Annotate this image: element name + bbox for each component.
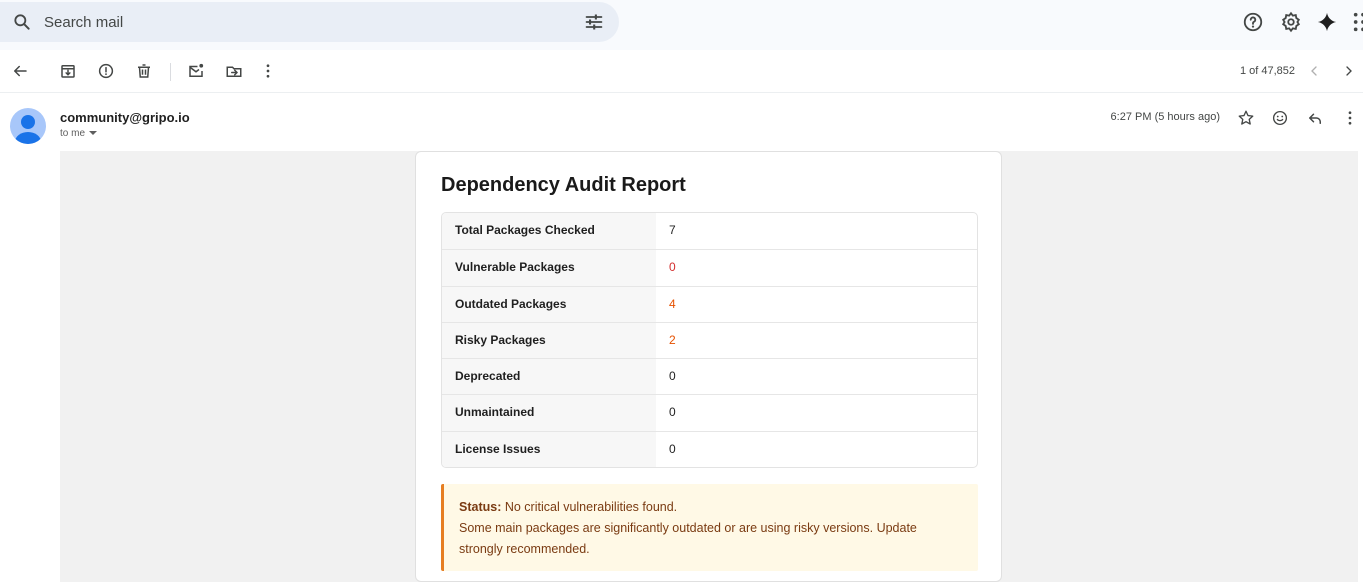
table-row: Risky Packages 2 — [442, 321, 977, 359]
dropdown-caret-icon — [89, 131, 98, 135]
row-label: Vulnerable Packages — [442, 250, 656, 286]
row-label: Outdated Packages — [442, 286, 656, 322]
recipients-toggle[interactable]: to me — [60, 128, 98, 139]
more-vert-icon[interactable] — [1341, 109, 1359, 127]
status-summary: No critical vulnerabilities found. — [501, 500, 678, 514]
help-icon[interactable] — [1242, 11, 1264, 33]
table-row: Vulnerable Packages 0 — [442, 249, 977, 286]
table-row: License Issues 0 — [442, 430, 977, 468]
message-timestamp: 6:27 PM (5 hours ago) — [1110, 111, 1220, 123]
search-options-icon[interactable] — [584, 12, 604, 32]
row-value: 0 — [669, 441, 676, 456]
row-value: 0 — [669, 260, 676, 275]
status-detail: Some main packages are significantly out… — [459, 521, 917, 556]
row-label: License Issues — [442, 431, 656, 468]
row-value: 4 — [669, 296, 676, 311]
message-count: 1 of 47,852 — [1239, 65, 1295, 77]
delete-icon[interactable] — [135, 62, 153, 80]
search-icon[interactable] — [12, 12, 32, 32]
avatar[interactable] — [10, 108, 46, 144]
recipients-label: to me — [60, 128, 86, 139]
report-title: Dependency Audit Report — [441, 174, 686, 196]
row-label: Unmaintained — [442, 395, 656, 431]
search-bar[interactable] — [0, 2, 619, 42]
table-row: Unmaintained 0 — [442, 394, 977, 431]
row-value: 0 — [669, 369, 676, 384]
apps-grid-icon[interactable] — [1352, 11, 1363, 33]
emoji-icon[interactable] — [1271, 109, 1289, 127]
stats-table: Total Packages Checked 7 Vulnerable Packa… — [441, 212, 978, 469]
table-row: Total Packages Checked 7 — [442, 213, 977, 250]
archive-icon[interactable] — [59, 62, 77, 80]
gemini-sparkle-icon[interactable] — [1316, 11, 1338, 33]
reply-icon[interactable] — [1306, 109, 1324, 127]
row-value: 7 — [669, 223, 676, 237]
status-label: Status: — [459, 500, 502, 514]
search-input[interactable] — [44, 10, 564, 34]
toolbar-divider — [170, 63, 171, 81]
message-toolbar: 1 of 47,852 — [0, 50, 1363, 93]
row-value: 0 — [669, 405, 676, 420]
table-row: Outdated Packages 4 — [442, 285, 977, 322]
row-value: 2 — [669, 332, 676, 347]
mark-unread-icon[interactable] — [187, 62, 205, 80]
older-chevron-icon[interactable] — [1341, 63, 1357, 79]
table-row: Deprecated 0 — [442, 358, 977, 395]
star-icon[interactable] — [1237, 109, 1255, 127]
row-label: Deprecated — [442, 359, 656, 395]
top-bar — [0, 0, 1363, 50]
row-label: Risky Packages — [442, 322, 656, 359]
report-spam-icon[interactable] — [97, 62, 115, 80]
status-callout: Status: No critical vulnerabilities foun… — [441, 484, 978, 571]
newer-chevron-icon[interactable] — [1306, 63, 1322, 79]
message-view: community@gripo.io to me 6:27 PM (5 hour… — [0, 93, 1363, 582]
back-arrow-icon[interactable] — [11, 62, 29, 80]
person-icon — [15, 115, 41, 144]
more-vert-icon[interactable] — [259, 62, 277, 80]
report-card: Dependency Audit Report Total Packages C… — [415, 151, 1002, 582]
row-label: Total Packages Checked — [442, 213, 656, 250]
settings-icon[interactable] — [1280, 11, 1302, 33]
sender-address[interactable]: community@gripo.io — [60, 110, 190, 125]
move-to-icon[interactable] — [225, 62, 243, 80]
